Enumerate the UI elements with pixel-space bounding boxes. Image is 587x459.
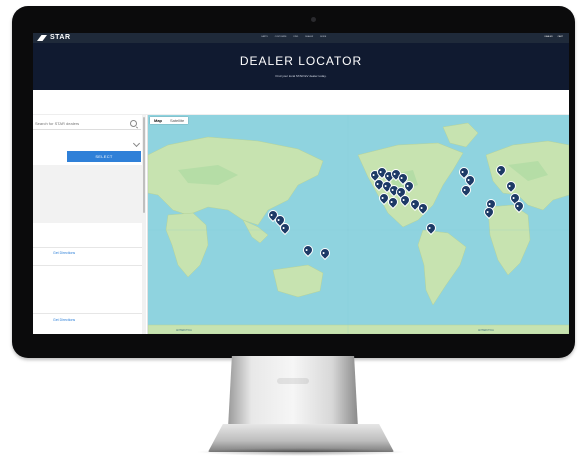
webcam-icon (311, 17, 316, 22)
divider (33, 313, 143, 314)
nav-item-find[interactable]: FIND (294, 36, 299, 39)
nav-item-more[interactable]: MORE (320, 36, 326, 39)
page-title: DEALER LOCATOR (239, 54, 363, 68)
get-directions-link[interactable]: Get Directions (53, 251, 75, 255)
page-subtitle: Find your local STAR EV dealer today. (275, 74, 327, 78)
search-icon[interactable] (130, 120, 137, 127)
util-item-dealer[interactable]: DEALER (545, 36, 553, 39)
brand-logo[interactable]: STAR (37, 34, 71, 42)
map-label-antarctica: ANTARCTICA (176, 329, 192, 332)
utility-nav: DEALER CART (545, 36, 563, 39)
divider (33, 247, 143, 248)
top-navigation-bar: STAR CARTS CUSTOMIZE FIND DEALER MORE DE… (33, 33, 569, 43)
tab-satellite[interactable]: Satellite (166, 117, 188, 124)
dealer-search-input[interactable] (35, 119, 123, 128)
util-item-cart[interactable]: CART (558, 36, 563, 39)
divider (33, 265, 143, 266)
screen: STAR CARTS CUSTOMIZE FIND DEALER MORE DE… (33, 33, 569, 334)
world-map-land (148, 115, 569, 334)
map-label-antarctica: ANTARCTICA (478, 329, 494, 332)
main-nav: CARTS CUSTOMIZE FIND DEALER MORE (261, 36, 326, 39)
content-spacer (33, 90, 569, 115)
map-type-tabs: Map Satellite (150, 117, 189, 124)
tab-map[interactable]: Map (150, 117, 166, 124)
stand-shadow (196, 448, 406, 456)
dealer-map[interactable]: Map Satellite ANTARCTICA ANTARCTICA (148, 115, 569, 334)
select-button[interactable]: SELECT (67, 151, 141, 162)
logo-text: STAR (50, 34, 71, 41)
search-bar (33, 118, 141, 130)
hero-banner: DEALER LOCATOR Find your local STAR EV d… (33, 43, 569, 90)
dealer-sidebar: SELECT Get Directions Get Directions (33, 115, 148, 334)
nav-item-carts[interactable]: CARTS (261, 36, 268, 39)
scrollbar-thumb[interactable] (143, 117, 145, 213)
nav-item-customize[interactable]: CUSTOMIZE (275, 36, 287, 39)
get-directions-link[interactable]: Get Directions (53, 318, 75, 322)
star-logo-icon (37, 35, 47, 41)
monitor-neck (228, 356, 358, 428)
results-panel (33, 165, 145, 223)
nav-item-dealer[interactable]: DEALER (305, 36, 313, 39)
chevron-down-icon[interactable] (132, 139, 141, 148)
